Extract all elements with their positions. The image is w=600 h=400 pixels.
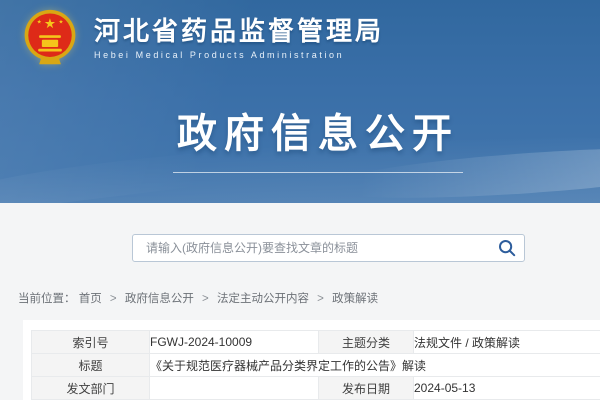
document-card: 索引号 FGWJ-2024-10009 主题分类 法规文件 / 政策解读 标题 … (23, 320, 600, 400)
title-value: 《关于规范医疗器械产品分类界定工作的公告》解读 (150, 354, 600, 377)
publish-date-value: 2024-05-13 (414, 377, 600, 400)
search-button[interactable] (490, 235, 524, 261)
breadcrumb-separator: > (110, 293, 117, 305)
document-info-table: 索引号 FGWJ-2024-10009 主题分类 法规文件 / 政策解读 标题 … (31, 330, 600, 400)
breadcrumb-item-home[interactable]: 首页 (79, 293, 102, 305)
breadcrumb: 当前位置： 首页 > 政府信息公开 > 法定主动公开内容 > 政策解读 (18, 290, 378, 306)
svg-text:★: ★ (58, 19, 63, 25)
breadcrumb-item-gov-info[interactable]: 政府信息公开 (125, 293, 194, 305)
issuing-department-label: 发文部门 (32, 377, 150, 400)
hero-banner: ★ ★ ★ 河北省药品监督管理局 Hebei Medical Products … (0, 0, 600, 203)
table-row: 发文部门 发布日期 2024-05-13 (32, 377, 600, 400)
national-emblem-icon: ★ ★ ★ (20, 8, 80, 66)
site-subtitle: Hebei Medical Products Administration (94, 50, 384, 60)
breadcrumb-separator: > (202, 293, 209, 305)
breadcrumb-separator: > (317, 293, 324, 305)
topic-category-value: 法规文件 / 政策解读 (414, 331, 600, 354)
content-section: 当前位置： 首页 > 政府信息公开 > 法定主动公开内容 > 政策解读 索引号 … (0, 203, 600, 400)
hero-title-wrap: 政府信息公开 (18, 101, 600, 173)
svg-text:★: ★ (44, 16, 56, 31)
site-title: 河北省药品监督管理局 (94, 15, 384, 47)
breadcrumb-label: 当前位置： (18, 293, 76, 305)
index-number-value: FGWJ-2024-10009 (150, 331, 319, 354)
search-icon (497, 238, 517, 258)
search-box (132, 234, 525, 262)
table-row: 索引号 FGWJ-2024-10009 主题分类 法规文件 / 政策解读 (32, 331, 600, 354)
page-title: 政府信息公开 (18, 101, 600, 159)
issuing-department-value (150, 377, 319, 400)
breadcrumb-item-statutory-disclosure[interactable]: 法定主动公开内容 (217, 293, 309, 305)
svg-text:★: ★ (37, 19, 42, 25)
topic-category-label: 主题分类 (319, 331, 414, 354)
breadcrumb-item-policy-interpretation[interactable]: 政策解读 (332, 293, 378, 305)
table-row: 标题 《关于规范医疗器械产品分类界定工作的公告》解读 (32, 354, 600, 377)
index-number-label: 索引号 (32, 331, 150, 354)
site-logo[interactable]: ★ ★ ★ 河北省药品监督管理局 Hebei Medical Products … (20, 8, 384, 66)
page: ★ ★ ★ 河北省药品监督管理局 Hebei Medical Products … (0, 0, 600, 400)
hero-underline (173, 172, 463, 173)
title-label: 标题 (32, 354, 150, 377)
publish-date-label: 发布日期 (319, 377, 414, 400)
search-input[interactable] (133, 241, 490, 255)
site-title-group: 河北省药品监督管理局 Hebei Medical Products Admini… (94, 15, 384, 60)
